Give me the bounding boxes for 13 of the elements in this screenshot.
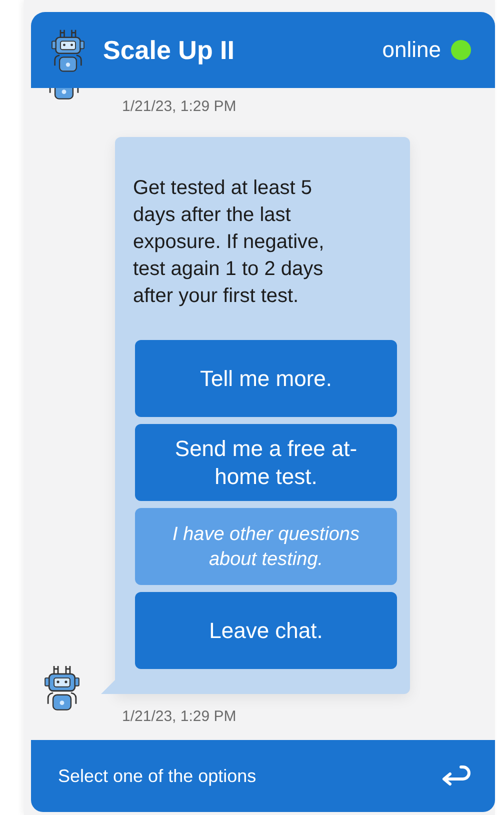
- chat-title: Scale Up II: [103, 34, 236, 66]
- status-label: online: [382, 37, 441, 63]
- option-button[interactable]: Tell me more.: [135, 340, 397, 417]
- option-button[interactable]: Leave chat.: [135, 592, 397, 669]
- input-bar[interactable]: Select one of the options: [31, 740, 495, 812]
- timestamp: 1/21/23, 1:29 PM: [122, 98, 238, 115]
- message-text: Get tested at least 5 days after the last exposure. If negative, test again 1 to 2 days after your first test.: [133, 176, 326, 309]
- robot-icon: [44, 664, 80, 711]
- robot-icon: [51, 28, 85, 72]
- option-button[interactable]: Send me a free at-home test.: [135, 424, 397, 501]
- timestamp: 1/21/23, 1:29 PM: [122, 708, 238, 725]
- message-input[interactable]: Select one of the options: [56, 764, 439, 788]
- option-button[interactable]: I have other questions about testing.: [135, 508, 397, 585]
